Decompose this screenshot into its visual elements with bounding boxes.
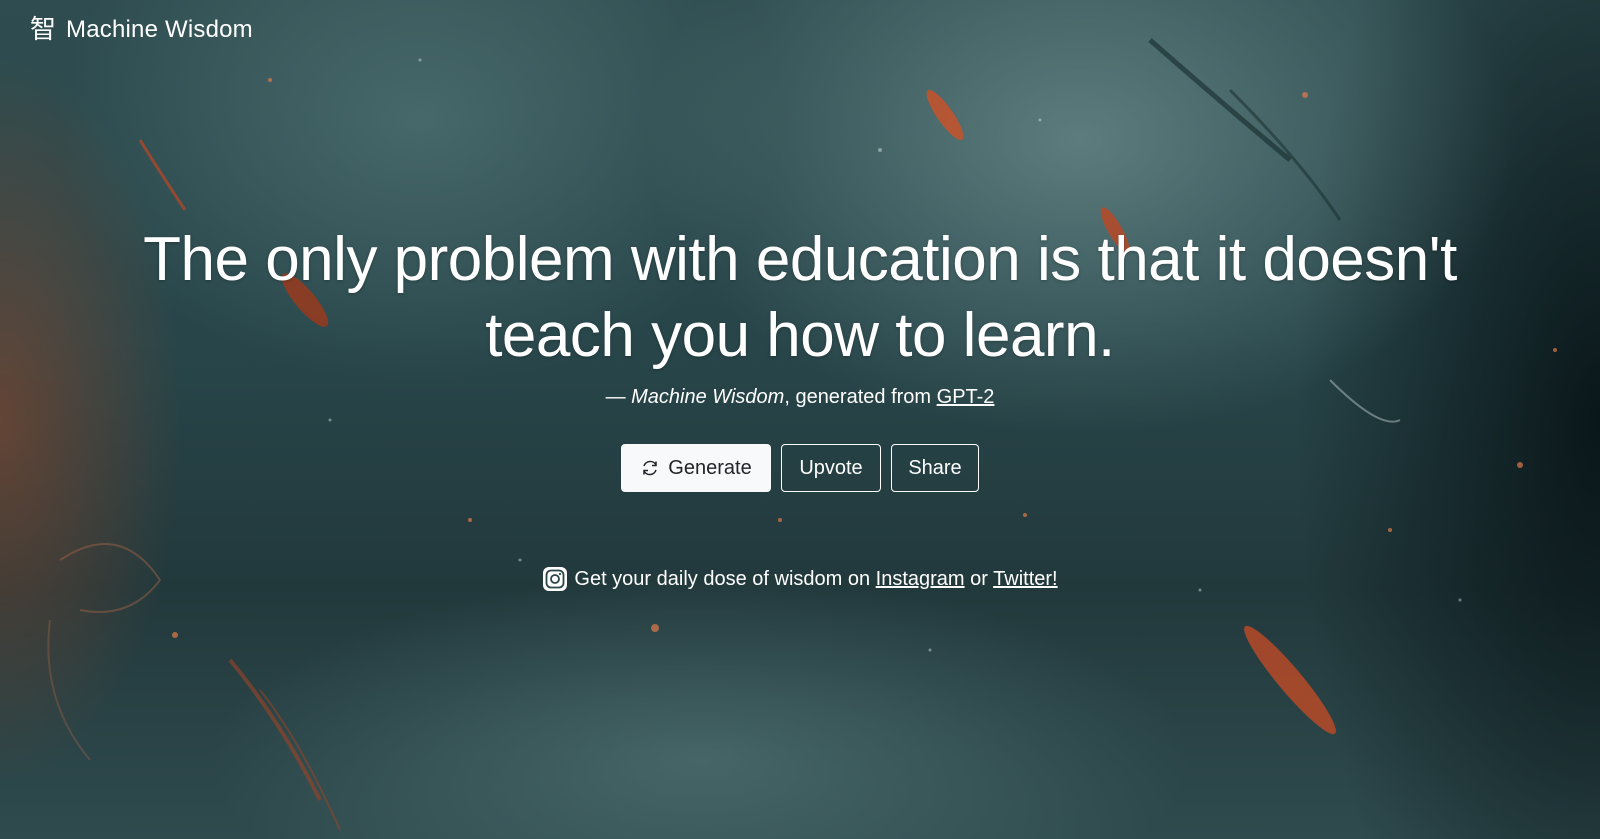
- brand-name: Machine Wisdom: [66, 16, 253, 43]
- quote-attribution: — Machine Wisdom, generated from GPT-2: [0, 386, 1600, 409]
- social-promo: Get your daily dose of wisdom on Instagr…: [0, 566, 1600, 592]
- social-text: Get your daily dose of wisdom on Instagr…: [574, 568, 1057, 591]
- brand[interactable]: 智 Machine Wisdom: [30, 16, 253, 44]
- instagram-link[interactable]: Instagram: [876, 568, 965, 590]
- generate-button[interactable]: Generate: [621, 444, 771, 492]
- quote-text: The only problem with education is that …: [143, 225, 1457, 370]
- upvote-button[interactable]: Upvote: [781, 444, 881, 492]
- twitter-link[interactable]: Twitter!: [993, 568, 1057, 590]
- background-texture: [47, 38, 1557, 831]
- attribution-prefix: —: [605, 386, 632, 408]
- generate-label: Generate: [668, 456, 752, 479]
- action-buttons: Generate Upvote Share: [0, 444, 1600, 492]
- refresh-icon: [643, 460, 658, 476]
- attribution-source: Machine Wisdom: [631, 386, 785, 408]
- upvote-label: Upvote: [799, 456, 863, 479]
- brand-logo-icon: 智: [30, 15, 57, 45]
- instagram-icon: [542, 566, 568, 592]
- social-prefix: Get your daily dose of wisdom on: [574, 567, 876, 590]
- social-connector: or: [964, 567, 994, 590]
- page-background: 智 Machine Wisdom The only problem with e…: [0, 0, 1600, 839]
- attribution-middle: , generated from: [784, 386, 937, 408]
- gpt2-link[interactable]: GPT-2: [937, 386, 995, 408]
- share-label: Share: [908, 456, 962, 479]
- share-button[interactable]: Share: [891, 444, 979, 492]
